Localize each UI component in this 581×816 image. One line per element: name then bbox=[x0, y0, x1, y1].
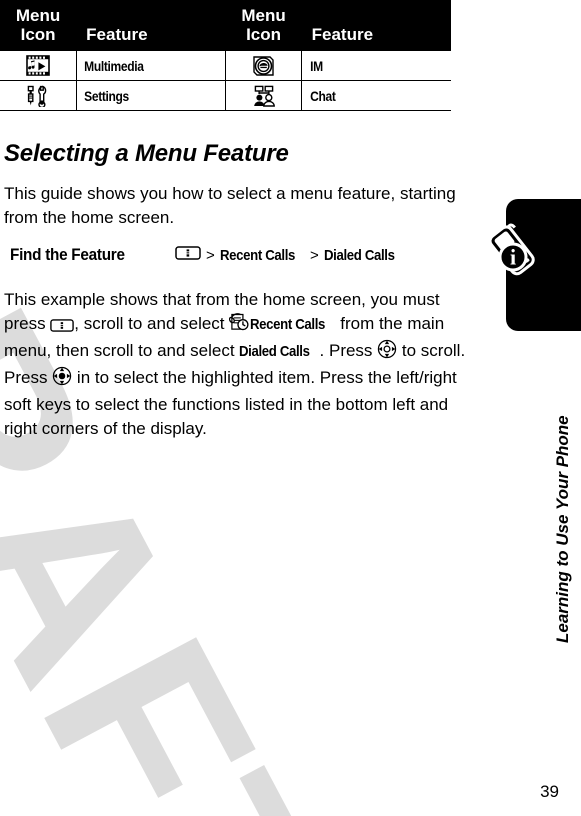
table-header-row: Menu Icon Feature Menu Icon Feature bbox=[0, 0, 451, 51]
intro-paragraph: This guide shows you how to select a men… bbox=[4, 184, 456, 227]
find-the-feature-label: Find the Feature bbox=[10, 245, 125, 264]
cell-feature-im: IM bbox=[301, 50, 431, 81]
recent-calls-icon bbox=[229, 313, 250, 339]
header-menu-icon-right-line2: Icon bbox=[246, 25, 282, 44]
header-menu-icon-right-line1: Menu bbox=[241, 6, 286, 25]
cell-icon-im bbox=[225, 50, 303, 81]
body-text-6: in to select the highlighted item. Press… bbox=[4, 368, 457, 438]
navigation-key-icon bbox=[377, 339, 397, 366]
cell-feature-multimedia: Multimedia bbox=[75, 50, 206, 81]
path-step-dialed-calls: Dialed Calls bbox=[323, 246, 395, 264]
chapter-title-vertical: Learning to Use Your Phone bbox=[553, 415, 572, 643]
settings-icon bbox=[0, 84, 76, 107]
table-row: Settings Chat bbox=[0, 80, 451, 111]
cell-feature-chat: Chat bbox=[301, 80, 431, 111]
path-separator-2: > bbox=[310, 246, 319, 264]
body-text-2: , scroll to and select bbox=[74, 314, 230, 333]
menu-icon-table: Menu Icon Feature Menu Icon Feature Mult… bbox=[0, 0, 451, 111]
table-header: Menu Icon Feature Menu Icon Feature bbox=[0, 0, 451, 51]
body-recent-calls-bold: Recent Calls bbox=[250, 316, 326, 333]
body-dialed-calls-bold: Dialed Calls bbox=[239, 343, 310, 360]
header-menu-icon-left-line2: Icon bbox=[20, 25, 56, 44]
table-body: Multimedia IM Settings Chat bbox=[0, 50, 451, 111]
header-feature-right-text: Feature bbox=[311, 25, 374, 44]
header-feature-left-text: Feature bbox=[86, 25, 148, 44]
body-paragraph: This example shows that from the home sc… bbox=[4, 288, 482, 441]
cell-feature-settings: Settings bbox=[75, 80, 206, 111]
page-content: Menu Icon Feature Menu Icon Feature Mult… bbox=[0, 0, 581, 816]
find-the-feature-row: Find the Feature > Recent Calls > Dialed… bbox=[10, 245, 470, 269]
header-menu-icon-right: Menu Icon bbox=[225, 0, 302, 51]
im-icon bbox=[226, 55, 301, 77]
header-feature-left: Feature bbox=[76, 0, 226, 51]
cell-icon-chat bbox=[225, 80, 303, 111]
menu-key-icon bbox=[175, 246, 201, 264]
svg-text:i: i bbox=[510, 245, 516, 270]
table-row: Multimedia IM bbox=[0, 50, 451, 81]
path-step-recent-calls: Recent Calls bbox=[219, 246, 295, 264]
chat-icon bbox=[226, 85, 301, 107]
path-separator-1: > bbox=[206, 246, 215, 264]
header-menu-icon-left-line1: Menu bbox=[15, 6, 61, 25]
header-feature-right: Feature bbox=[301, 0, 451, 51]
multimedia-icon bbox=[0, 55, 76, 76]
cell-icon-multimedia bbox=[0, 50, 77, 81]
header-menu-icon-left: Menu Icon bbox=[0, 0, 77, 51]
find-the-feature-path: > Recent Calls > Dialed Calls bbox=[175, 246, 404, 264]
section-title: Selecting a Menu Feature bbox=[4, 140, 289, 167]
page-number: 39 bbox=[540, 782, 559, 801]
phone-info-icon: i bbox=[487, 219, 549, 281]
cell-icon-settings bbox=[0, 80, 77, 111]
menu-key-icon bbox=[50, 315, 75, 339]
select-key-icon bbox=[52, 366, 72, 393]
body-text-4: . Press bbox=[319, 341, 378, 360]
